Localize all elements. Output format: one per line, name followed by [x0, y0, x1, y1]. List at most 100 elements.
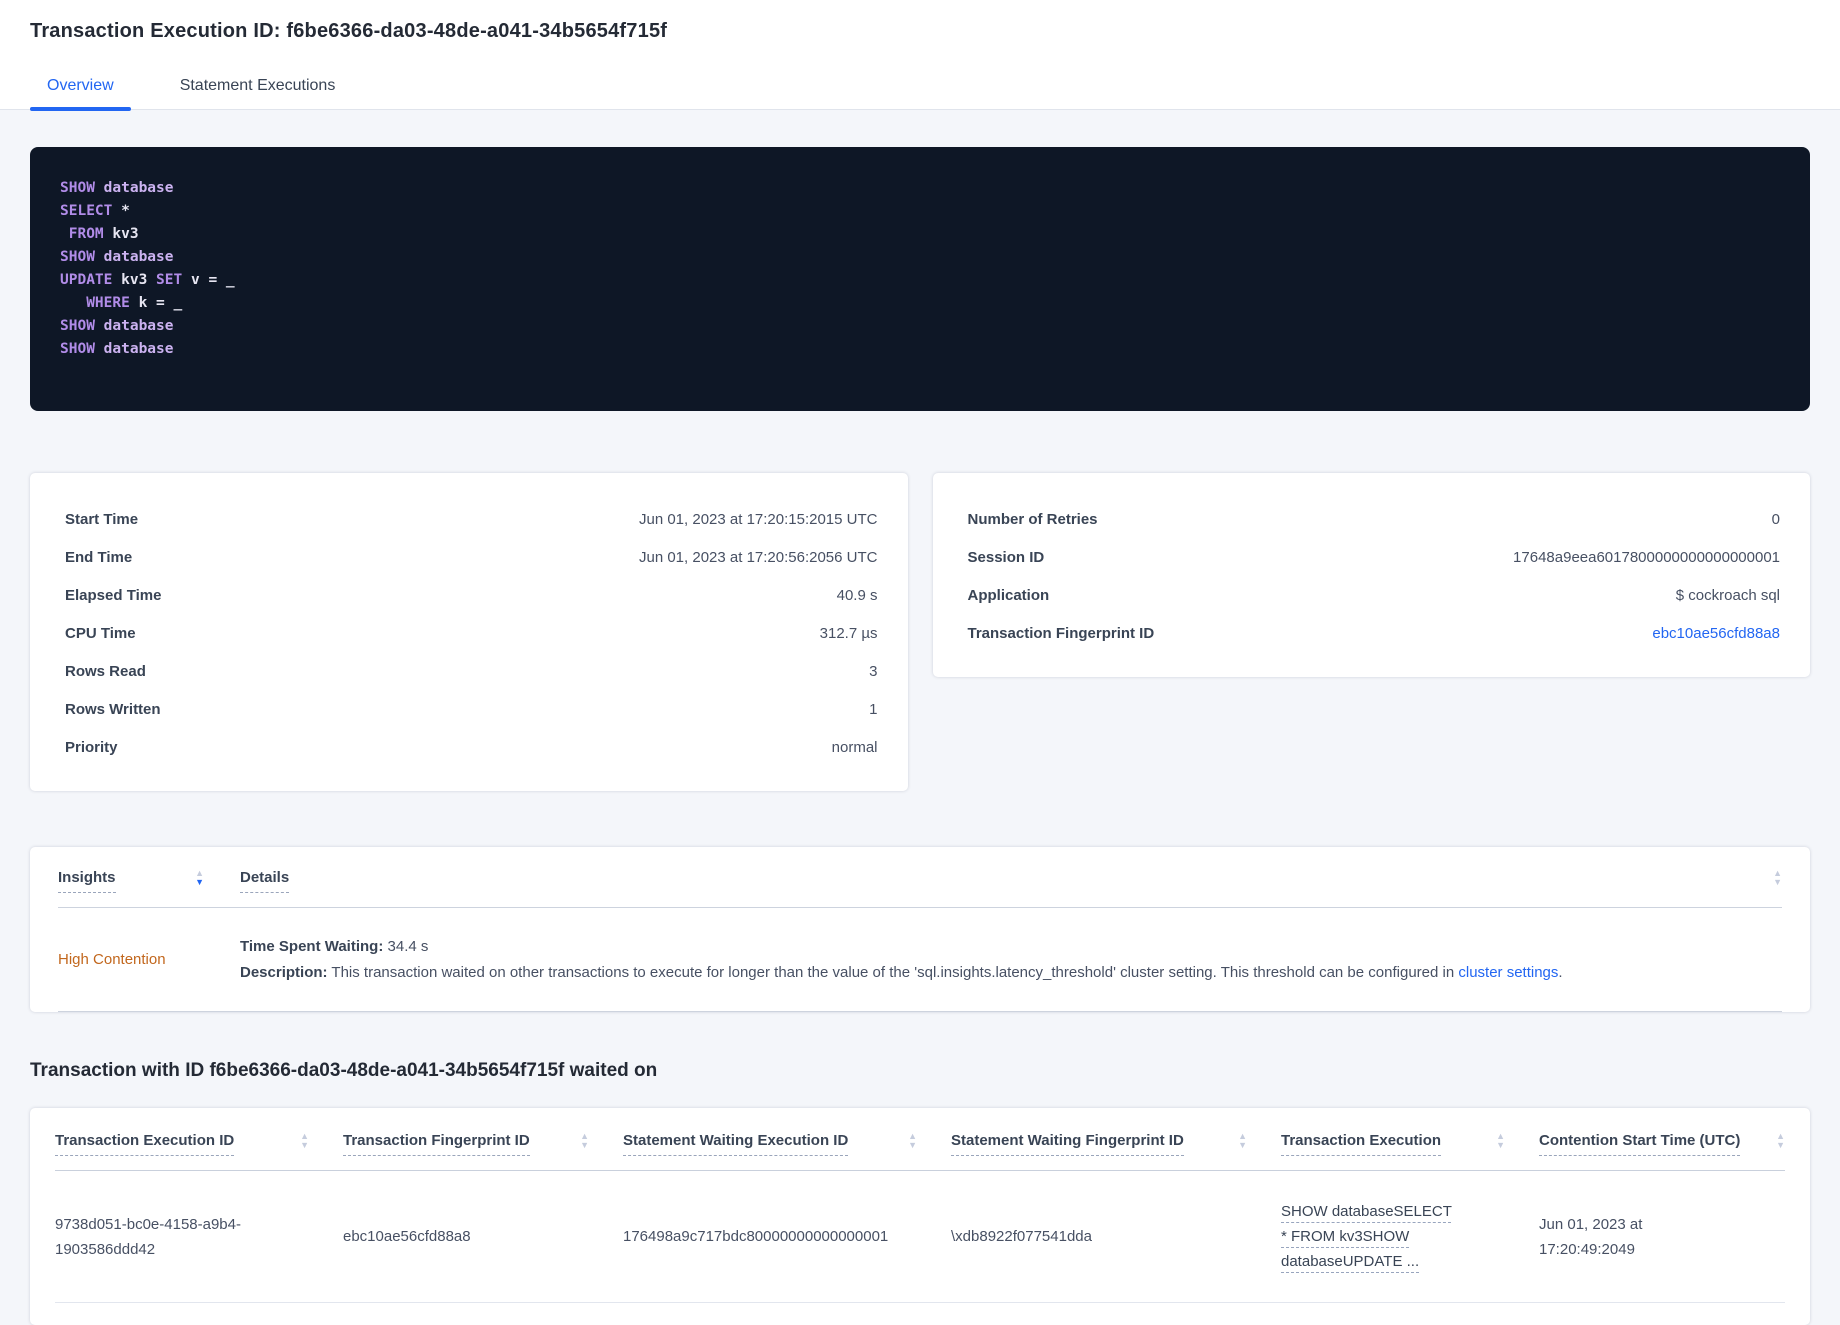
- sql-line: SHOW database: [60, 177, 1780, 200]
- stat-label: Rows Read: [65, 662, 146, 680]
- sort-asc-icon: ▲: [908, 1131, 917, 1141]
- transaction-execution-link[interactable]: SHOW databaseSELECT * FROM kv3SHOW datab…: [1281, 1199, 1459, 1274]
- column-label[interactable]: Transaction Fingerprint ID: [343, 1132, 530, 1156]
- stat-value: 17648a9eea6017800000000000000001: [1513, 548, 1780, 566]
- column-header-transaction-execution: Transaction Execution ▲ ▼: [1281, 1132, 1539, 1156]
- tab-statement-executions[interactable]: Statement Executions: [163, 67, 353, 110]
- stat-label: Transaction Fingerprint ID: [967, 624, 1155, 642]
- sort-asc-icon: ▲: [1496, 1131, 1505, 1141]
- sql-line: UPDATE kv3 SET v = _: [60, 269, 1780, 292]
- sort-icon[interactable]: ▲ ▼: [1238, 1131, 1247, 1150]
- stat-label: Application: [967, 586, 1050, 604]
- waited-on-heading: Transaction with ID f6be6366-da03-48de-a…: [30, 1060, 658, 1081]
- insight-details: Time Spent Waiting: 34.4 s Description: …: [204, 938, 1782, 981]
- sql-token: database: [94, 318, 174, 334]
- stat-value: $ cockroach sql: [1675, 586, 1780, 604]
- summary-cards-row: Start Time Jun 01, 2023 at 17:20:15:2015 …: [30, 473, 1810, 791]
- cell-transaction-execution: SHOW databaseSELECT * FROM kv3SHOW datab…: [1281, 1199, 1539, 1274]
- cluster-settings-link[interactable]: cluster settings: [1458, 964, 1558, 981]
- column-header-statement-waiting-fingerprint-id: Statement Waiting Fingerprint ID ▲ ▼: [951, 1132, 1281, 1156]
- sql-token: SHOW: [60, 341, 95, 357]
- tab-bar: Overview Statement Executions: [0, 67, 1840, 111]
- sql-token: SHOW: [60, 249, 95, 265]
- stat-label: CPU Time: [65, 624, 136, 642]
- sql-line: SHOW database: [60, 338, 1780, 361]
- stat-label: End Time: [65, 548, 133, 566]
- sort-desc-icon: ▼: [300, 1140, 309, 1150]
- sort-icon[interactable]: ▲ ▼: [1496, 1131, 1505, 1150]
- column-label[interactable]: Statement Waiting Fingerprint ID: [951, 1132, 1184, 1156]
- cell-contention-start-time: Jun 01, 2023 at 17:20:49:2049: [1539, 1215, 1643, 1258]
- stat-value: 312.7 µs: [819, 624, 878, 642]
- sort-icon[interactable]: ▲ ▼: [1776, 1131, 1785, 1150]
- stat-row: Priority normal: [65, 728, 878, 766]
- sql-token: database: [94, 180, 174, 196]
- description-suffix: .: [1558, 964, 1563, 981]
- stat-value: 40.9 s: [836, 586, 878, 604]
- details-column-label[interactable]: Details: [240, 869, 290, 893]
- sort-icon[interactable]: ▲ ▼: [195, 868, 204, 887]
- stat-row: Elapsed Time 40.9 s: [65, 576, 878, 614]
- sort-icon[interactable]: ▲ ▼: [1773, 869, 1782, 887]
- sql-token: kv3: [112, 272, 157, 288]
- sql-token: *: [112, 203, 130, 219]
- insights-column-label[interactable]: Insights: [58, 869, 116, 893]
- stat-row: End Time Jun 01, 2023 at 17:20:56:2056 UT…: [65, 538, 878, 576]
- column-label[interactable]: Contention Start Time (UTC): [1539, 1132, 1741, 1156]
- sort-asc-icon: ▲: [1238, 1131, 1247, 1141]
- stat-label: Priority: [65, 738, 118, 756]
- cell-transaction-fingerprint-id: ebc10ae56cfd88a8: [343, 1228, 471, 1245]
- stat-value-link[interactable]: ebc10ae56cfd88a8: [1652, 625, 1780, 642]
- sort-icon[interactable]: ▲ ▼: [300, 1132, 309, 1150]
- stat-label: Start Time: [65, 510, 139, 528]
- stat-value: Jun 01, 2023 at 17:20:15:2015 UTC: [638, 510, 878, 528]
- sort-desc-icon: ▼: [195, 877, 204, 887]
- column-label[interactable]: Statement Waiting Execution ID: [623, 1132, 849, 1156]
- sql-token: k = _: [129, 295, 183, 311]
- transaction-sql-box: SHOW database SELECT * FROM kv3 SHOW datab…: [30, 147, 1810, 411]
- sort-asc-icon: ▲: [195, 868, 204, 878]
- sort-desc-icon: ▼: [1238, 1140, 1247, 1150]
- stat-value: Jun 01, 2023 at 17:20:56:2056 UTC: [638, 548, 878, 566]
- sort-desc-icon: ▼: [1773, 877, 1782, 887]
- session-stats-card: Number of Retries 0 Session ID 17648a9eea60…: [932, 473, 1810, 677]
- transaction-details-page: Transaction Execution ID: f6be6366-da03-…: [0, 0, 1840, 1325]
- waiting-time-value: 34.4 s: [383, 938, 429, 955]
- sort-desc-icon: ▼: [1776, 1140, 1785, 1150]
- waiting-time-label: Time Spent Waiting:: [240, 938, 384, 955]
- sql-token: SHOW: [60, 180, 95, 196]
- stat-row: Number of Retries 0: [968, 500, 1781, 538]
- stat-label: Elapsed Time: [65, 586, 162, 604]
- sort-asc-icon: ▲: [580, 1131, 589, 1141]
- sort-icon[interactable]: ▲ ▼: [580, 1131, 589, 1150]
- description-text: This transaction waited on other transac…: [327, 964, 1459, 981]
- stat-value: 1: [869, 700, 878, 718]
- waited-on-table-card: Transaction Execution ID ▲ ▼ Transaction …: [30, 1108, 1810, 1325]
- sql-token: SELECT: [60, 203, 113, 219]
- sort-desc-icon: ▼: [908, 1140, 917, 1150]
- sort-asc-icon: ▲: [1776, 1131, 1785, 1141]
- column-label[interactable]: Transaction Execution: [1281, 1132, 1442, 1156]
- sql-line: SHOW database: [60, 246, 1780, 269]
- sql-line: WHERE k = _: [60, 292, 1780, 315]
- insights-column-header: Insights ▲ ▼: [58, 869, 204, 893]
- stat-label: Number of Retries: [967, 510, 1098, 528]
- details-column-header: Details ▲ ▼: [204, 869, 1782, 893]
- tab-overview[interactable]: Overview: [30, 67, 131, 111]
- stat-label: Rows Written: [65, 700, 161, 718]
- column-header-contention-start-time: Contention Start Time (UTC) ▲ ▼: [1539, 1132, 1785, 1156]
- column-label[interactable]: Transaction Execution ID: [55, 1132, 235, 1156]
- insights-table-header: Insights ▲ ▼ Details ▲ ▼: [58, 847, 1782, 908]
- sql-token: WHERE: [86, 295, 130, 311]
- stat-row: Session ID 17648a9eea60178000000000000000…: [968, 538, 1781, 576]
- sort-icon[interactable]: ▲ ▼: [908, 1131, 917, 1150]
- sql-token: SHOW: [60, 318, 95, 334]
- insights-table-card: Insights ▲ ▼ Details ▲ ▼ High Contention T…: [30, 847, 1810, 1012]
- insight-description-line: Description: This transaction waited on …: [240, 964, 1782, 981]
- stat-row: Start Time Jun 01, 2023 at 17:20:15:2015 …: [65, 500, 878, 538]
- stat-row: Application $ cockroach sql: [968, 576, 1781, 614]
- stat-value: normal: [831, 738, 878, 756]
- stat-row: Transaction Fingerprint ID ebc10ae56cfd88…: [968, 614, 1781, 652]
